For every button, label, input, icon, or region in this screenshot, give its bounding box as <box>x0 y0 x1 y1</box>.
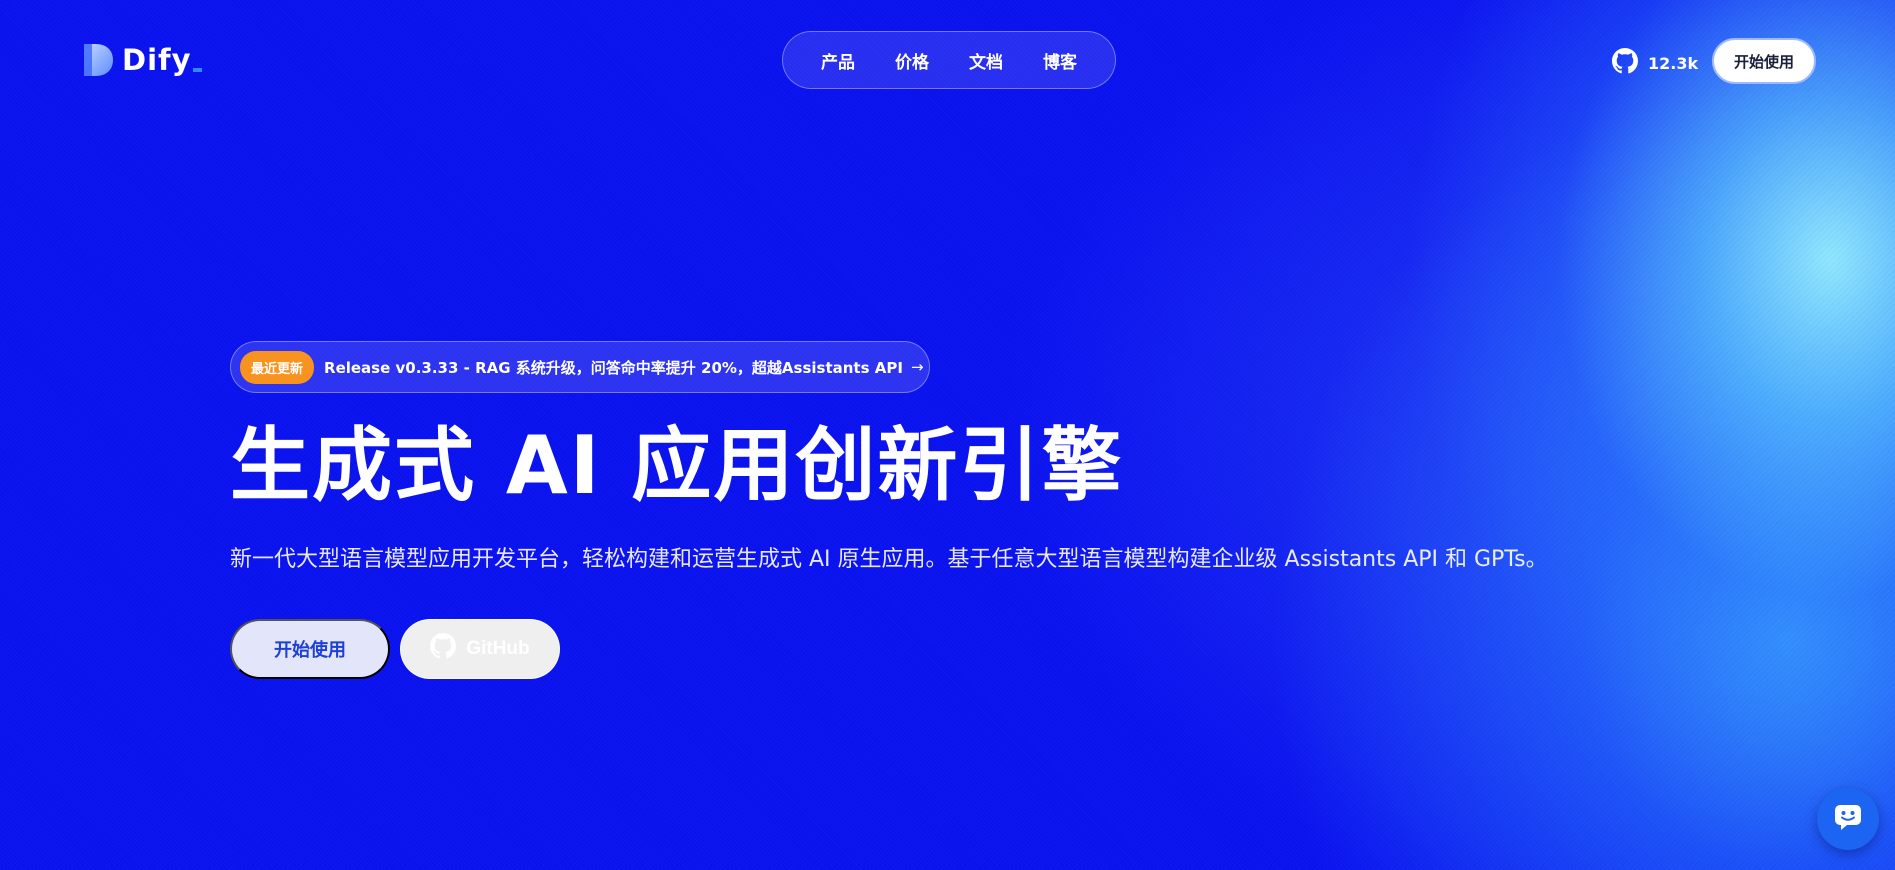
github-icon <box>1612 48 1638 78</box>
github-button-label: GitHub <box>466 638 530 659</box>
github-button[interactable]: GitHub <box>400 619 560 679</box>
chat-widget-button[interactable] <box>1817 788 1879 850</box>
dify-logo-icon <box>82 42 114 78</box>
landing-page: Dify 产品 价格 文档 博客 12.3k 开始使用 最近更新 Release… <box>0 0 1895 870</box>
nav-item-pricing[interactable]: 价格 <box>895 48 929 73</box>
release-badge: 最近更新 <box>240 350 315 384</box>
main-nav: 产品 价格 文档 博客 <box>782 31 1116 89</box>
github-icon <box>430 633 457 665</box>
nav-item-blog[interactable]: 博客 <box>1043 48 1077 73</box>
nav-item-product[interactable]: 产品 <box>821 48 855 73</box>
get-started-button[interactable]: 开始使用 <box>230 619 390 679</box>
release-text: Release v0.3.33 - RAG 系统升级，问答命中率提升 20%，超… <box>324 358 903 377</box>
github-star-count: 12.3k <box>1648 53 1699 73</box>
brand-name: Dify <box>122 43 202 77</box>
brand-logo[interactable]: Dify <box>82 42 202 78</box>
header-get-started-button[interactable]: 开始使用 <box>1712 38 1816 84</box>
brand-dot <box>192 68 202 72</box>
github-stars-link[interactable]: 12.3k <box>1612 48 1698 78</box>
release-announcement[interactable]: 最近更新 Release v0.3.33 - RAG 系统升级，问答命中率提升 … <box>230 341 930 393</box>
nav-item-docs[interactable]: 文档 <box>969 48 1003 73</box>
hero-subtitle: 新一代大型语言模型应用开发平台，轻松构建和运营生成式 AI 原生应用。基于任意大… <box>230 547 1548 572</box>
hero-title: 生成式 AI 应用创新引擎 <box>230 419 1124 512</box>
chat-bot-icon <box>1833 803 1863 835</box>
arrow-right-icon: → <box>910 358 924 376</box>
